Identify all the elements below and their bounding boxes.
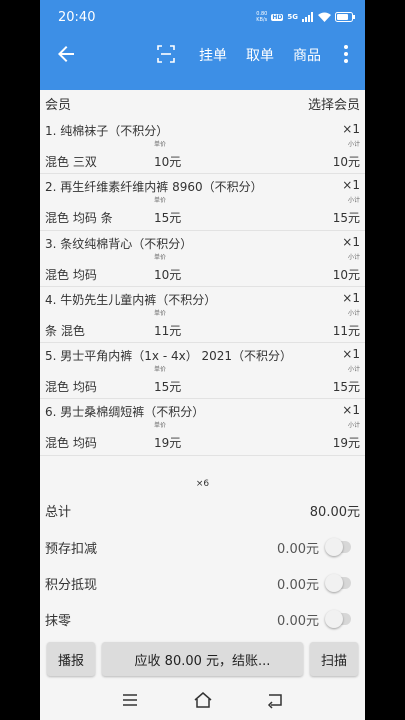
item-unit-price: 11元 [154, 323, 182, 338]
item-subtotal: 15元 [332, 211, 360, 226]
rounding-label: 抹零 [45, 614, 72, 629]
wifi-icon [318, 12, 331, 22]
order-item-list: 1. 纯棉袜子（不积分） ×1 单价 小计 混色 三双 10元 10元 2. 再生纤维素纤维内… [40, 118, 365, 456]
points-value: 0.00元 [277, 578, 319, 593]
item-name: 3. 条纹纯棉背心（不积分） [45, 236, 193, 251]
item-quantity: ×1 [342, 122, 360, 136]
unit-price-label: 单价 [154, 366, 167, 374]
item-name: 5. 男士平角内裤（1x - 4x） 2021（不积分） [45, 349, 293, 364]
item-spec: 混色 均码 条 [45, 211, 113, 226]
unit-price-label: 单价 [154, 309, 167, 317]
order-item-row[interactable]: 5. 男士平角内裤（1x - 4x） 2021（不积分） ×1 单价 小计混色 均码 1… [40, 343, 365, 400]
toggle-knob [325, 538, 343, 556]
select-member-button[interactable]: 选择会员 [308, 94, 360, 113]
menu-icon[interactable] [120, 690, 140, 710]
item-spec: 条 混色 [45, 323, 85, 338]
item-spec: 混色 均码 [45, 436, 97, 451]
subtotal-label: 小计 [347, 366, 360, 374]
total-row: 总计 80.00元 [40, 498, 365, 522]
checkout-button[interactable]: 应收 80.00 元，结账... [102, 642, 303, 676]
unit-price-label: 单价 [154, 197, 167, 205]
status-time: 20:40 [58, 10, 96, 25]
item-quantity: ×1 [342, 290, 360, 305]
member-label: 会员 [45, 98, 72, 113]
unit-price-label: 单价 [154, 253, 167, 261]
products-button[interactable]: 商品 [293, 45, 321, 65]
unit-price-label: 单价 [154, 422, 167, 430]
toggle-knob [325, 574, 343, 592]
unit-price-label: 单价 [154, 141, 167, 148]
item-unit-price: 15元 [154, 211, 182, 226]
subtotal-label: 小计 [347, 422, 360, 430]
item-subtotal: 10元 [332, 155, 360, 169]
rounding-row: 抹零 0.00元 [40, 607, 365, 631]
item-name: 1. 纯棉袜子（不积分） [45, 124, 169, 138]
points-row: 积分抵现 0.00元 [40, 571, 365, 595]
item-spec: 混色 均码 [45, 267, 97, 282]
item-count: ×6 [195, 479, 210, 489]
signal-icon [302, 12, 313, 22]
prepaid-label: 预存扣减 [45, 542, 98, 557]
scan-frame-icon[interactable] [156, 44, 176, 64]
app-screen: 20:40 0.80 KB/s HD 5G 挂单 取单 商品 会员 选择会员 1… [40, 0, 365, 720]
toolbar: 挂单 取单 商品 [40, 36, 365, 72]
item-quantity: ×1 [342, 403, 360, 418]
action-bar: 播报 应收 80.00 元，结账... 扫描 [40, 642, 365, 678]
prepaid-toggle[interactable] [325, 538, 351, 556]
rounding-toggle[interactable] [325, 610, 351, 628]
item-name: 2. 再生纤维素纤维内裤 8960（不积分） [45, 180, 263, 195]
home-icon[interactable] [193, 690, 213, 710]
item-subtotal: 19元 [332, 436, 360, 451]
hd-badge: HD [271, 13, 284, 21]
item-quantity: ×1 [342, 178, 360, 193]
order-item-row[interactable]: 2. 再生纤维素纤维内裤 8960（不积分） ×1 单价 小计混色 均码 条 15元 15… [40, 174, 365, 231]
item-spec: 混色 均码 [45, 380, 97, 395]
toggle-knob [325, 610, 343, 628]
order-item-row[interactable]: 1. 纯棉袜子（不积分） ×1 单价 小计混色 三双 10元 10元 [40, 118, 365, 175]
total-label: 总计 [45, 505, 72, 520]
total-value: 80.00元 [309, 505, 360, 520]
subtotal-label: 小计 [347, 141, 360, 148]
network-speed: 0.80 KB/s [256, 11, 267, 23]
status-bar: 20:40 0.80 KB/s HD 5G [40, 0, 365, 34]
status-icons: 0.80 KB/s HD 5G [256, 9, 355, 25]
item-name: 6. 男士桑棉绸短裤（不积分） [45, 405, 205, 420]
item-spec: 混色 三双 [45, 155, 97, 169]
system-nav-bar [40, 680, 365, 720]
item-unit-price: 10元 [154, 155, 182, 169]
speed-unit: KB/s [256, 17, 268, 23]
retrieve-order-button[interactable]: 取单 [246, 45, 274, 65]
network-type: 5G [287, 13, 298, 21]
prepaid-row: 预存扣减 0.00元 [40, 535, 365, 559]
item-quantity: ×1 [342, 234, 360, 249]
item-unit-price: 10元 [154, 267, 182, 282]
subtotal-label: 小计 [347, 253, 360, 261]
rounding-value: 0.00元 [277, 614, 319, 629]
order-item-row[interactable]: 6. 男士桑棉绸短裤（不积分） ×1 单价 小计混色 均码 19元 19元 [40, 399, 365, 456]
item-name: 4. 牛奶先生儿童内裤（不积分） [45, 292, 217, 307]
item-subtotal: 10元 [332, 267, 360, 282]
more-vert-icon[interactable] [334, 42, 358, 66]
subtotal-label: 小计 [347, 309, 360, 317]
back-icon[interactable] [266, 690, 286, 710]
points-toggle[interactable] [325, 574, 351, 592]
item-quantity: ×1 [342, 347, 360, 362]
item-subtotal: 11元 [332, 323, 360, 338]
order-item-row[interactable]: 3. 条纹纯棉背心（不积分） ×1 单价 小计混色 均码 10元 10元 [40, 231, 365, 287]
hold-order-button[interactable]: 挂单 [199, 45, 227, 65]
item-unit-price: 19元 [154, 436, 182, 451]
item-subtotal: 15元 [332, 380, 360, 395]
battery-icon [335, 12, 355, 22]
announce-button[interactable]: 播报 [47, 642, 95, 676]
member-row[interactable]: 会员 选择会员 [40, 90, 365, 118]
order-item-row[interactable]: 4. 牛奶先生儿童内裤（不积分） ×1 单价 小计条 混色 11元 11元 [40, 287, 365, 344]
item-unit-price: 15元 [154, 380, 182, 395]
app-bar: 20:40 0.80 KB/s HD 5G 挂单 取单 商品 [40, 0, 365, 90]
arrow-left-icon[interactable] [54, 42, 78, 66]
points-label: 积分抵现 [45, 578, 98, 593]
scan-button[interactable]: 扫描 [310, 642, 358, 676]
subtotal-label: 小计 [347, 197, 360, 205]
prepaid-value: 0.00元 [277, 542, 319, 557]
